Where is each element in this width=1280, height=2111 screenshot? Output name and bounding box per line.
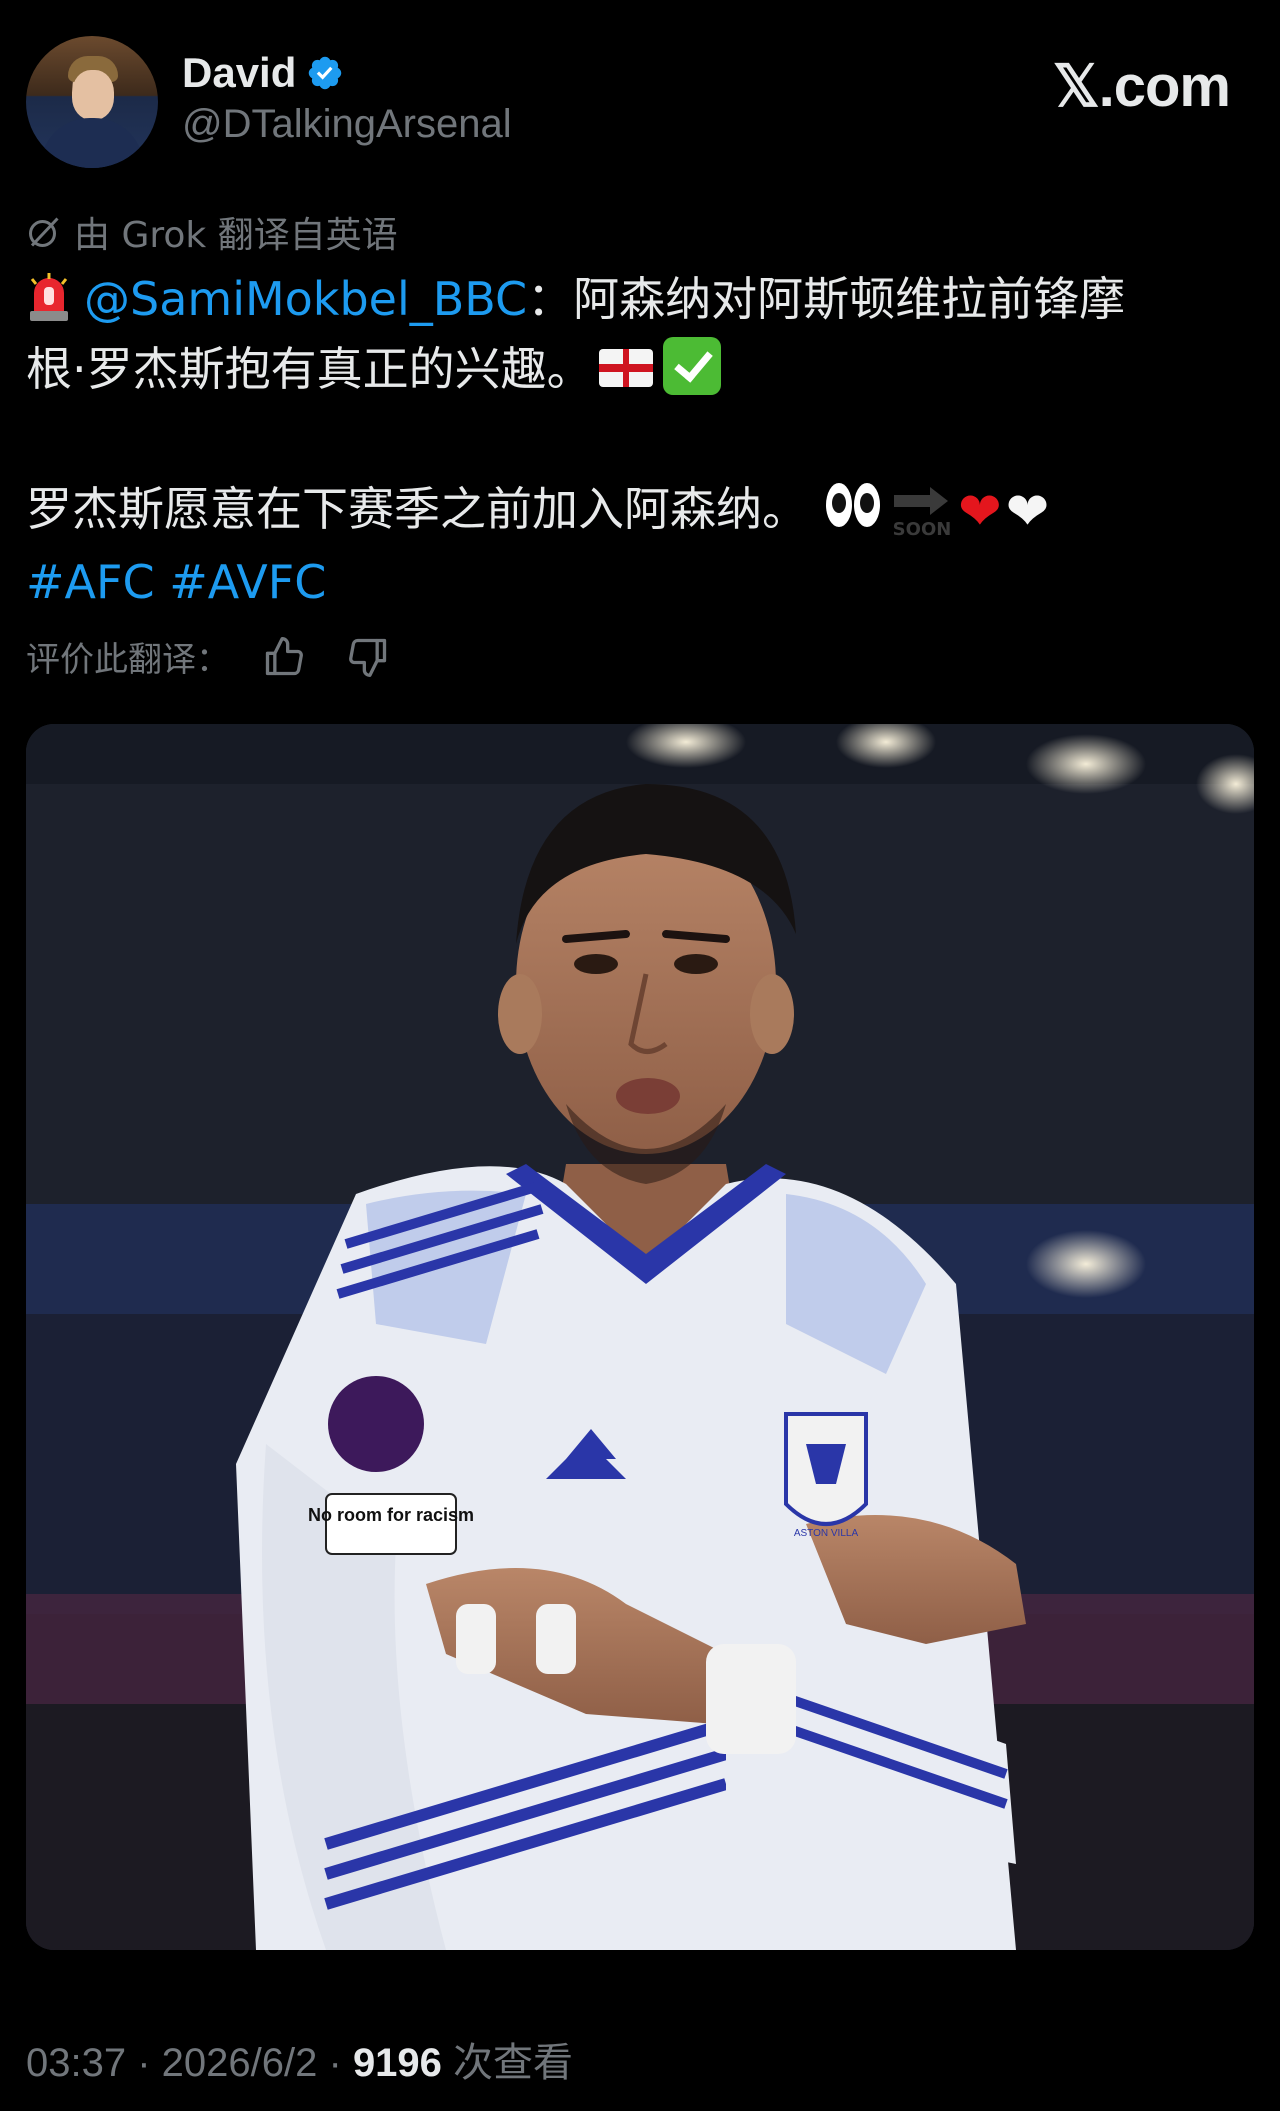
meta-separator-1: · — [137, 2041, 162, 2085]
thumbs-down-button[interactable] — [344, 633, 392, 681]
thumbs-down-icon — [349, 638, 387, 677]
translation-note-text: 由 Grok 翻译自英语 — [74, 215, 398, 256]
tweet-meta: 03:37 · 2026/6/2 · 9196 次查看 — [26, 2030, 573, 2088]
rate-translation-label: 评价此翻译： — [26, 640, 230, 680]
avatar-face — [72, 70, 114, 120]
views-count[interactable]: 9196 — [353, 2041, 442, 2085]
england-flag-emoji — [598, 349, 653, 387]
translation-note: 由 Grok 翻译自英语 — [26, 206, 398, 258]
grok-icon — [29, 217, 59, 247]
tweet-hashtags: #AFC #AVFC — [26, 547, 1226, 617]
crest-text: ASTON VILLA — [794, 1528, 859, 1539]
soon-label: SOON — [893, 519, 952, 539]
verified-badge-icon — [309, 56, 342, 90]
views-label: 次查看 — [453, 2041, 574, 2085]
name-row: David — [182, 46, 512, 100]
check-mark-emoji — [662, 337, 721, 395]
tweet-line-2: 根·罗杰斯抱有真正的兴趣。 — [26, 334, 1226, 404]
tweet-photo[interactable]: No room for racism ASTON VILLA — [26, 724, 1254, 1950]
meta-separator-2: · — [328, 2041, 353, 2085]
hashtag-avfc[interactable]: #AVFC — [169, 555, 326, 609]
author-name[interactable]: David — [182, 49, 296, 97]
mention-link[interactable]: @SamiMokbel_BBC — [84, 272, 527, 326]
author-handle[interactable]: @DTalkingArsenal — [182, 102, 512, 147]
soon-arrow-emoji: SOON — [890, 481, 954, 540]
tweet-line-2-text: 根·罗杰斯抱有真正的兴趣。 — [26, 342, 593, 396]
tweet-time[interactable]: 03:37 — [26, 2041, 126, 2085]
photo-illustration: No room for racism ASTON VILLA — [26, 724, 1254, 1950]
red-heart-emoji: ❤ — [958, 482, 1002, 542]
rate-translation: 评价此翻译： — [26, 632, 428, 681]
siren-emoji — [26, 271, 72, 323]
tweet-text: @SamiMokbel_BBC：阿森纳对阿斯顿维拉前锋摩 根·罗杰斯抱有真正的兴… — [26, 264, 1226, 617]
tweet-date[interactable]: 2026/6/2 — [162, 2041, 318, 2085]
hashtag-afc[interactable]: #AFC — [26, 555, 155, 609]
eyes-emoji — [822, 481, 884, 531]
x-brand-label[interactable]: 𝕏.com — [1053, 52, 1231, 120]
thumbs-up-button[interactable] — [260, 633, 308, 681]
avatar[interactable] — [26, 36, 158, 168]
tweet-line-1-text: ：阿森纳对阿斯顿维拉前锋摩 — [527, 272, 1126, 326]
tweet-line-1: @SamiMokbel_BBC：阿森纳对阿斯顿维拉前锋摩 — [26, 264, 1226, 334]
racism-badge-text: No room for racism — [308, 1505, 474, 1525]
tweet-line-3: 罗杰斯愿意在下赛季之前加入阿森纳。 SOON ❤❤ — [26, 474, 1226, 547]
white-heart-emoji: ❤ — [1005, 482, 1050, 542]
author-block[interactable]: David @DTalkingArsenal — [182, 46, 512, 147]
thumbs-up-icon — [265, 636, 303, 675]
tweet-line-3-text: 罗杰斯愿意在下赛季之前加入阿森纳。 — [26, 482, 808, 536]
avatar-hoodie — [40, 118, 144, 168]
